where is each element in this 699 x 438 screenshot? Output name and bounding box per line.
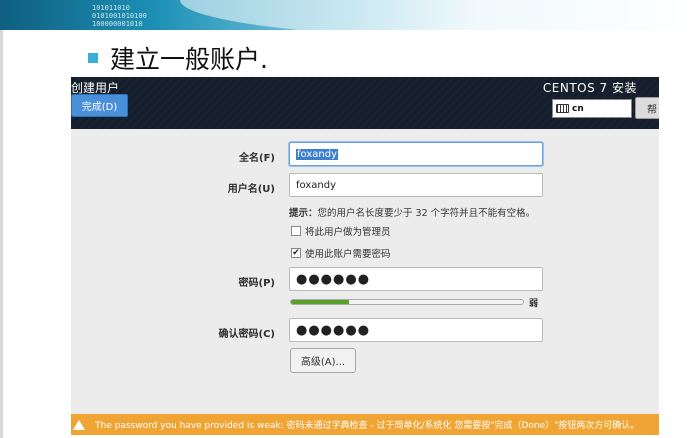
confirm-password-value: ●●●●●●: [296, 322, 371, 338]
product-title: CENTOS 7 安装: [542, 81, 637, 95]
banner-digits: 101011010 0101001010100 100000001010: [92, 4, 147, 28]
confirm-password-input[interactable]: ●●●●●●: [289, 318, 543, 342]
bullet-square-icon: [88, 53, 98, 63]
password-strength-label: 弱: [529, 299, 539, 309]
help-button[interactable]: 帮: [635, 97, 659, 119]
slide-title: 建立一般账户.: [88, 40, 268, 76]
installer-screenshot: 创建用户 完成(D) CENTOS 7 安装 cn 帮 全名(F) foxand…: [71, 77, 659, 435]
warning-icon: [73, 419, 85, 430]
username-value: foxandy: [296, 179, 336, 191]
slide-title-text: 建立一般账户.: [110, 45, 268, 74]
require-password-checkbox-label: 使用此账户需要密码: [305, 249, 391, 260]
fullname-label: 全名(F): [239, 153, 275, 164]
username-input[interactable]: foxandy: [289, 173, 543, 197]
keyboard-layout-label: cn: [572, 103, 584, 114]
confirm-password-label: 确认密码(C): [218, 329, 275, 340]
keyboard-layout-indicator[interactable]: cn: [552, 99, 632, 118]
banner-swoosh: [180, 0, 699, 30]
password-label: 密码(P): [238, 278, 275, 289]
slide-banner: 101011010 0101001010100 100000001010: [0, 0, 699, 30]
advanced-button[interactable]: 高级(A)...: [290, 348, 356, 373]
warning-text: The password you have provided is weak: …: [95, 421, 640, 431]
done-button[interactable]: 完成(D): [71, 94, 128, 117]
username-label: 用户名(U): [227, 184, 275, 195]
admin-checkbox-label: 将此用户做为管理员: [305, 227, 391, 238]
password-strength-bar: [290, 299, 524, 305]
admin-checkbox-row[interactable]: 将此用户做为管理员: [291, 224, 391, 238]
require-password-checkbox[interactable]: ✔: [291, 248, 301, 258]
keyboard-icon: [556, 104, 569, 113]
username-hint: 提示：您的用户名长度要少于 32 个字符并且不能有空格。: [289, 205, 535, 219]
password-input[interactable]: ●●●●●●: [289, 267, 543, 291]
weak-password-warning-bar[interactable]: The password you have provided is weak: …: [71, 414, 659, 435]
installer-header: 创建用户 完成(D) CENTOS 7 安装 cn 帮: [71, 77, 659, 129]
hint-text: 您的用户名长度要少于 32 个字符并且不能有空格。: [317, 208, 536, 219]
require-password-checkbox-row[interactable]: ✔ 使用此账户需要密码: [291, 246, 391, 260]
fullname-value: foxandy: [296, 148, 338, 160]
password-strength-fill: [291, 300, 349, 304]
password-value: ●●●●●●: [296, 271, 371, 287]
slide-left-rule: [0, 30, 3, 438]
fullname-input[interactable]: foxandy: [289, 142, 543, 166]
hint-prefix: 提示：: [289, 208, 318, 219]
admin-checkbox[interactable]: [291, 226, 301, 236]
